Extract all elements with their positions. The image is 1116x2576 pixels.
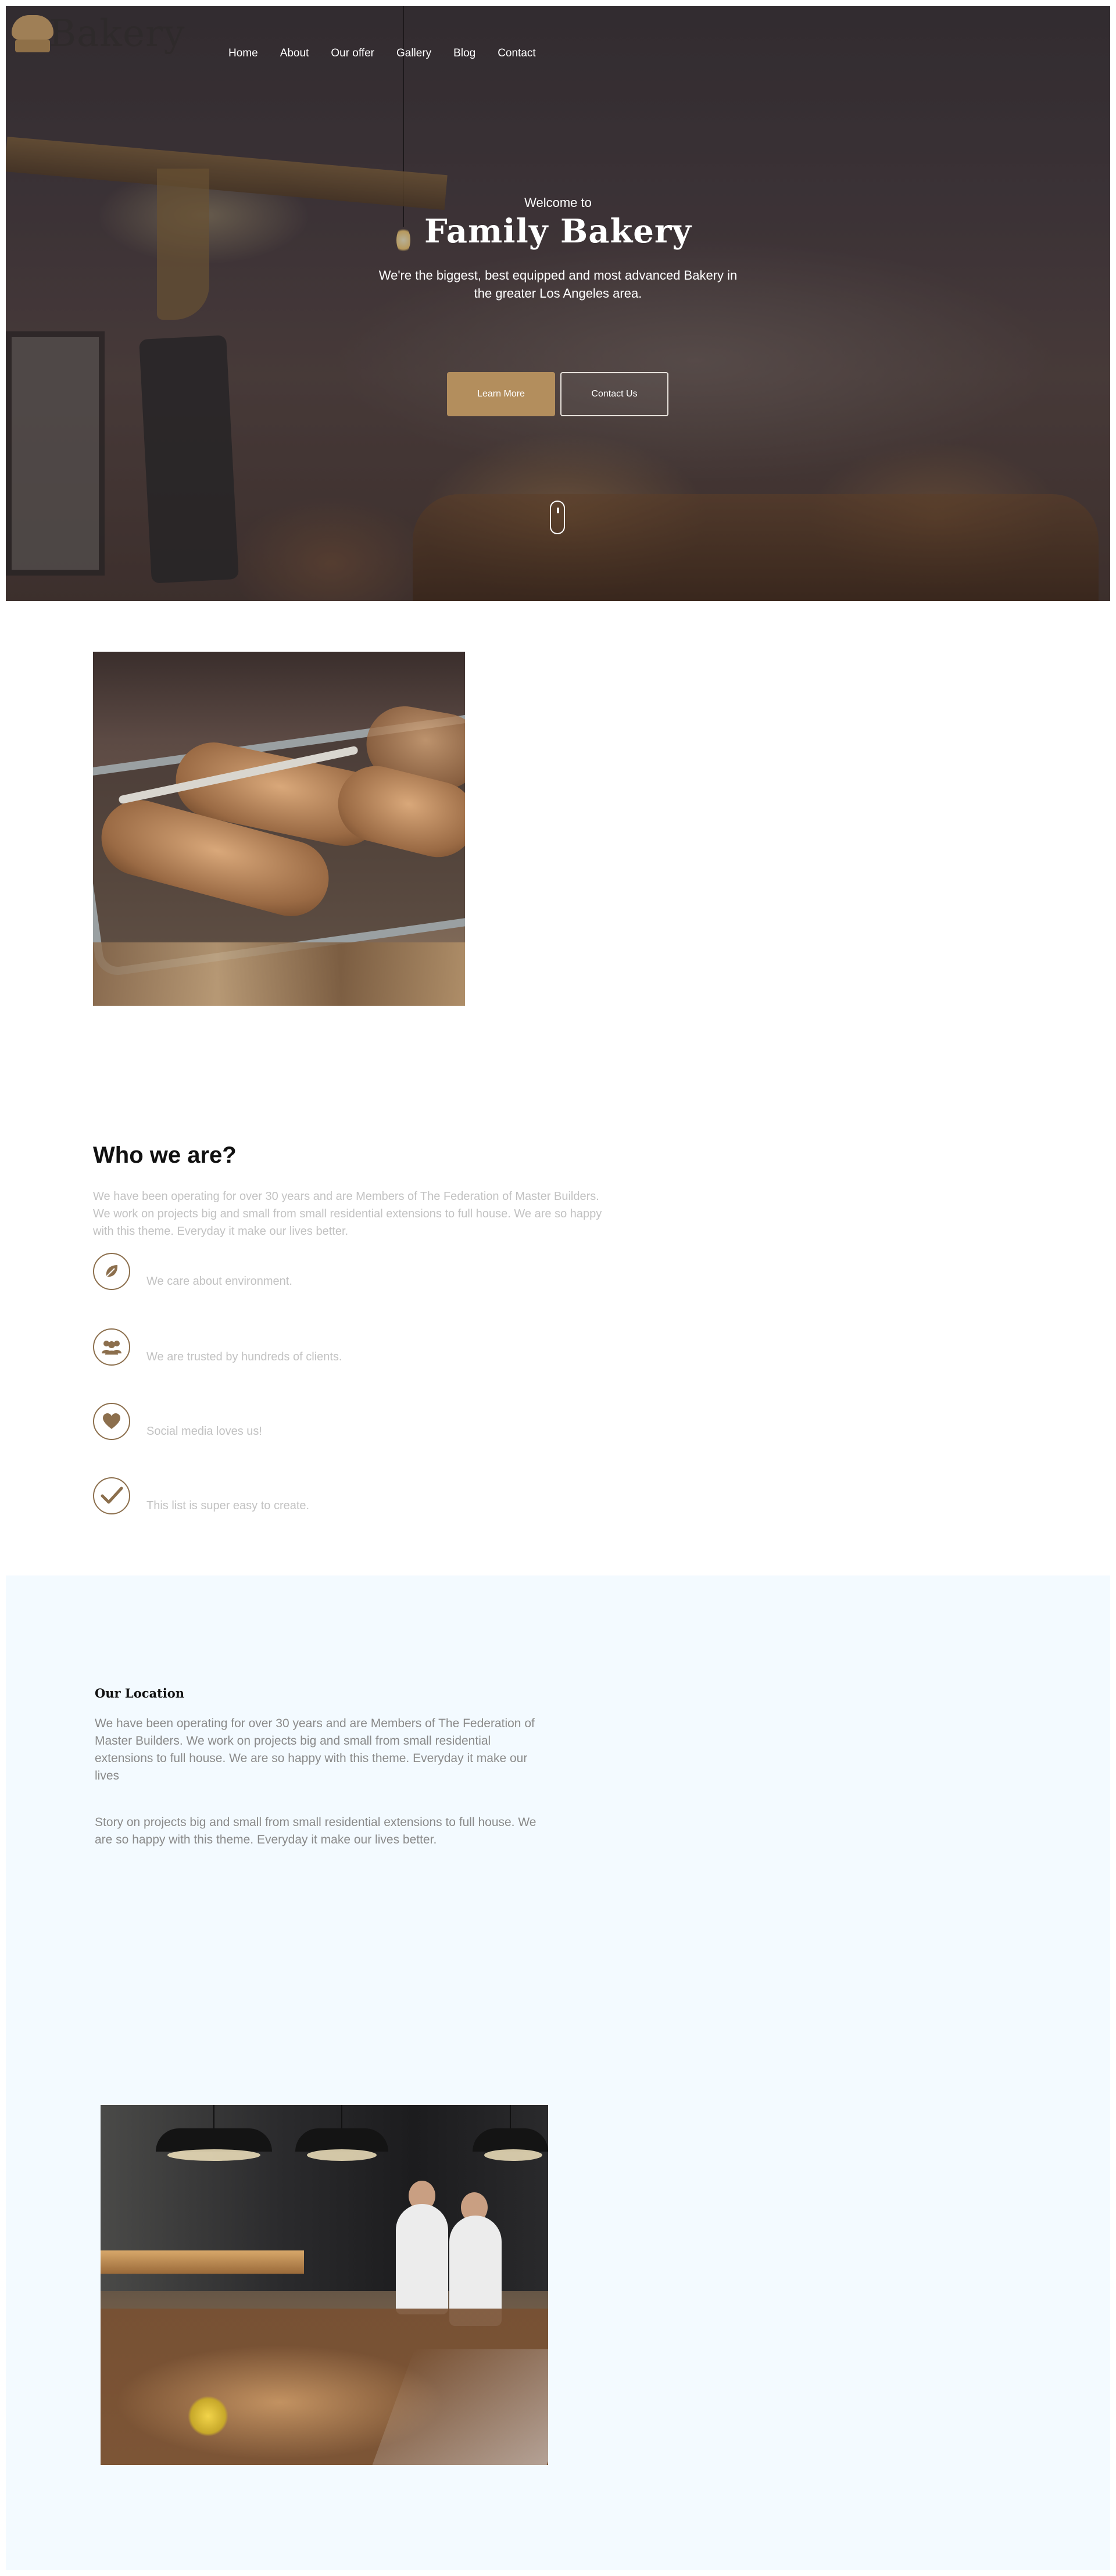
feature-item: We care about environment. xyxy=(93,1253,616,1294)
nav-about[interactable]: About xyxy=(280,46,309,61)
table-cloth xyxy=(93,942,465,1006)
main-nav: Home About Our offer Gallery Blog Contac… xyxy=(228,46,558,61)
users-icon xyxy=(93,1328,130,1366)
page: Bakery Home About Our offer Gallery Blog… xyxy=(0,0,1116,2576)
heart-icon xyxy=(93,1403,130,1440)
learn-more-button[interactable]: Learn More xyxy=(447,372,555,416)
checkmark-icon xyxy=(93,1477,130,1514)
feature-label: This list is super easy to create. xyxy=(146,1499,310,1512)
nav-home[interactable]: Home xyxy=(228,46,258,61)
hero-section: Bakery Home About Our offer Gallery Blog… xyxy=(6,6,1110,601)
brand-name: Bakery xyxy=(49,12,185,55)
scroll-dot xyxy=(557,508,559,513)
feature-label: We are trusted by hundreds of clients. xyxy=(146,1350,342,1363)
nav-contact[interactable]: Contact xyxy=(498,46,535,61)
feature-label: Social media loves us! xyxy=(146,1425,262,1438)
pastry-shelf xyxy=(101,2250,304,2274)
bread-tray-photo xyxy=(93,652,465,1006)
feature-label: We care about environment. xyxy=(146,1275,292,1288)
nav-gallery[interactable]: Gallery xyxy=(396,46,431,61)
leaf-icon xyxy=(93,1253,130,1290)
location-title: Our Location xyxy=(95,1686,185,1700)
pendant-lamp xyxy=(473,2105,548,2161)
pendant-lamp xyxy=(156,2105,272,2161)
feature-item: This list is super easy to create. xyxy=(93,1477,616,1518)
who-we-are-title: Who we are? xyxy=(93,1142,237,1168)
hero-subtitle: We're the biggest, best equipped and mos… xyxy=(378,268,738,301)
feature-item: Social media loves us! xyxy=(93,1403,616,1444)
who-we-are-text: We have been operating for over 30 years… xyxy=(93,1190,602,1238)
staff-person xyxy=(396,2204,448,2314)
pendant-lamp xyxy=(295,2105,388,2161)
brand-logo[interactable]: Bakery xyxy=(6,6,185,62)
flowers xyxy=(188,2396,228,2436)
hero-title: Family Bakery xyxy=(424,212,692,251)
location-paragraph-2: Story on projects big and small from sma… xyxy=(95,1816,536,1846)
nav-our-offer[interactable]: Our offer xyxy=(331,46,374,61)
location-paragraph-1: We have been operating for over 30 years… xyxy=(95,1717,535,1782)
scroll-down-indicator[interactable] xyxy=(550,501,565,534)
nav-blog[interactable]: Blog xyxy=(453,46,475,61)
hero-welcome: Welcome to xyxy=(524,195,592,210)
bakery-counter-photo xyxy=(101,2105,548,2465)
contact-us-button[interactable]: Contact Us xyxy=(560,372,668,416)
feature-item: We are trusted by hundreds of clients. xyxy=(93,1328,616,1369)
